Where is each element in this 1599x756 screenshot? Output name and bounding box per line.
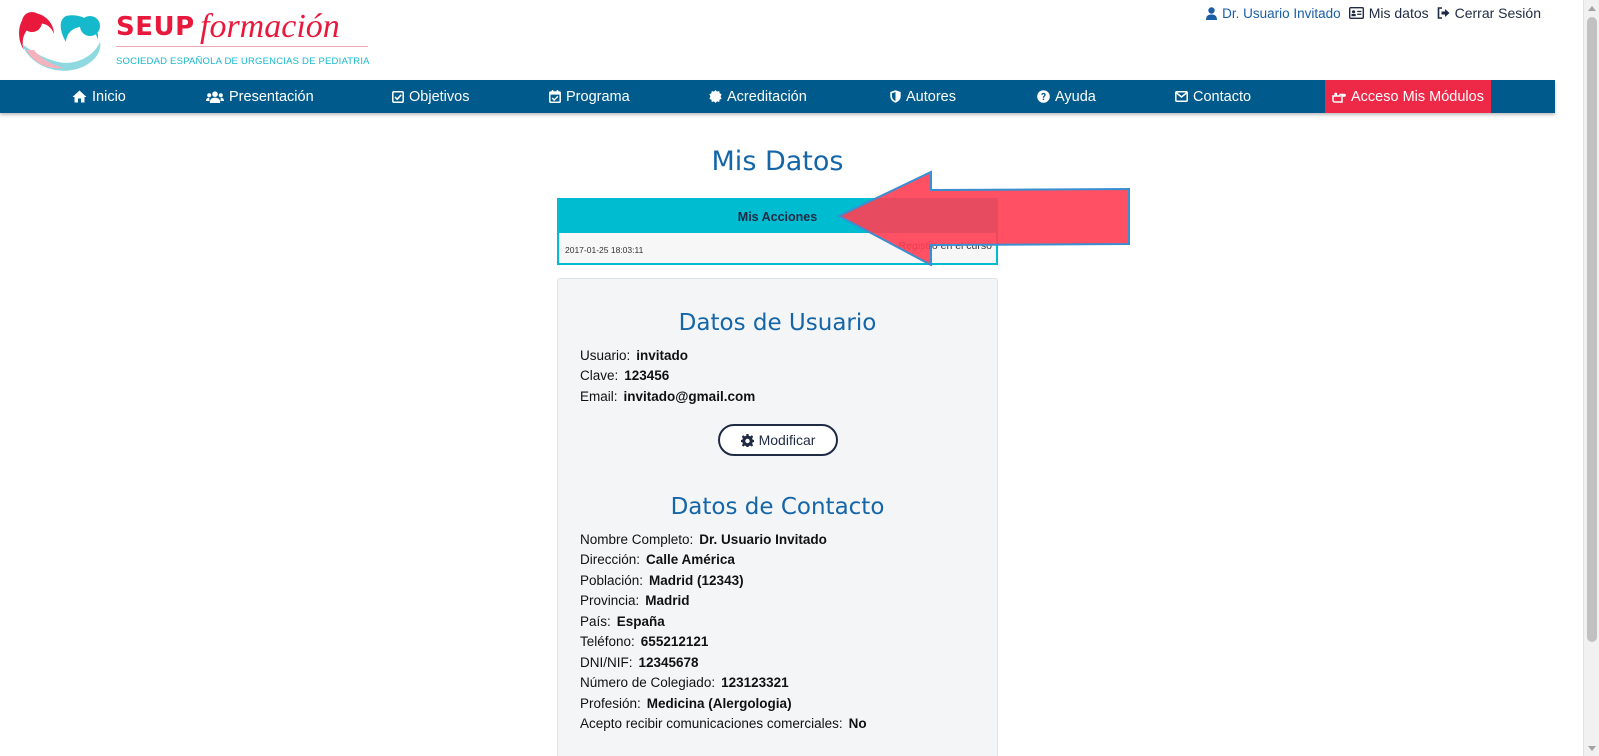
logout-link[interactable]: Cerrar Sesión — [1437, 5, 1541, 21]
field-label: Acepto recibir comunicaciones comerciale… — [580, 716, 843, 731]
field-nombre: Nombre Completo: Dr. Usuario Invitado — [580, 532, 827, 547]
page-title: Mis Datos — [711, 146, 844, 177]
hand-pointer-icon — [1332, 92, 1346, 103]
field-poblacion: Población: Madrid (12343) — [580, 573, 744, 588]
user-name-label: Dr. Usuario Invitado — [1222, 5, 1341, 21]
logo-subtitle: SOCIEDAD ESPAÑOLA DE URGENCIAS DE PEDIAT… — [116, 56, 370, 67]
field-value: España — [616, 614, 665, 629]
field-value: 655212121 — [640, 634, 709, 649]
field-value: invitado — [636, 348, 689, 363]
mis-datos-link[interactable]: Mis datos — [1348, 5, 1429, 21]
sign-out-icon — [1437, 7, 1450, 19]
field-colegiado: Número de Colegiado: 123123321 — [580, 675, 789, 690]
nav-label: Programa — [566, 88, 630, 105]
nav-item-acceso-mis-modulos[interactable]: Acceso Mis Módulos — [1325, 80, 1491, 113]
field-value: 12345678 — [638, 655, 699, 670]
user-name-link[interactable]: Dr. Usuario Invitado — [1206, 6, 1341, 21]
nav-label: Acreditación — [727, 88, 807, 105]
calendar-check-icon — [549, 90, 561, 103]
field-usuario: Usuario: invitado — [580, 348, 688, 363]
field-label: Dirección: — [580, 552, 641, 567]
main-nav: Inicio Presentación Objetivos Programa A… — [0, 80, 1555, 113]
field-email: Email: invitado@gmail.com — [580, 389, 755, 404]
field-label: Usuario: — [580, 348, 631, 363]
nav-label: Inicio — [92, 88, 126, 105]
field-provincia: Provincia: Madrid — [580, 593, 690, 608]
field-value: Madrid (12343) — [649, 573, 744, 588]
user-icon — [1206, 6, 1218, 20]
shield-icon — [890, 90, 901, 103]
nav-label: Objetivos — [409, 88, 470, 105]
field-comunicaciones: Acepto recibir comunicaciones comerciale… — [580, 716, 867, 731]
logo-divider — [116, 46, 368, 47]
nav-label: Acceso Mis Módulos — [1351, 88, 1484, 105]
field-value: Medicina (Alergologia) — [646, 696, 792, 711]
nav-item-ayuda[interactable]: Ayuda — [1037, 80, 1096, 113]
nav-label: Ayuda — [1055, 88, 1096, 105]
field-label: Provincia: — [580, 593, 640, 608]
field-label: Teléfono: — [580, 634, 635, 649]
datos-card: Datos de Usuario Usuario: invitado Clave:… — [557, 278, 998, 756]
page-scrollbar[interactable] — [1583, 0, 1599, 756]
nav-label: Autores — [906, 88, 956, 105]
nav-item-contacto[interactable]: Contacto — [1175, 80, 1251, 113]
field-value: No — [848, 716, 867, 731]
nav-item-programa[interactable]: Programa — [549, 80, 630, 113]
mis-datos-label: Mis datos — [1368, 5, 1429, 21]
logout-label: Cerrar Sesión — [1454, 5, 1541, 21]
field-label: Población: — [580, 573, 644, 588]
nav-label: Contacto — [1193, 88, 1252, 105]
nav-item-autores[interactable]: Autores — [890, 80, 956, 113]
annotation-arrow-icon — [836, 170, 1130, 266]
nav-item-inicio[interactable]: Inicio — [72, 80, 126, 113]
certificate-icon — [709, 90, 722, 103]
envelope-icon — [1175, 91, 1188, 102]
field-value: Calle América — [646, 552, 735, 567]
field-label: Número de Colegiado: — [580, 675, 716, 690]
nav-item-objetivos[interactable]: Objetivos — [392, 80, 469, 113]
field-profesion: Profesión: Medicina (Alergologia) — [580, 696, 792, 711]
logo-mark-icon — [19, 12, 101, 71]
field-value: Dr. Usuario Invitado — [699, 532, 827, 547]
field-label: País: — [580, 614, 611, 629]
id-card-icon — [1348, 7, 1364, 19]
scroll-down-icon[interactable] — [1584, 740, 1599, 756]
site-header: SEUP formación SOCIEDAD ESPAÑOLA DE URGE… — [0, 0, 1555, 80]
modificar-label: Modificar — [758, 432, 816, 448]
nav-item-presentacion[interactable]: Presentación — [206, 80, 314, 113]
field-label: Profesión: — [580, 696, 641, 711]
field-label: Clave: — [580, 368, 619, 383]
nav-label: Presentación — [229, 88, 314, 105]
question-circle-icon — [1037, 90, 1050, 103]
check-square-icon — [392, 90, 404, 103]
field-pais: País: España — [580, 614, 665, 629]
home-icon — [72, 90, 87, 103]
user-menu: Dr. Usuario Invitado Mis datos Cerrar Se… — [1206, 5, 1541, 21]
seup-logo[interactable]: SEUP formación SOCIEDAD ESPAÑOLA DE URGE… — [16, 8, 376, 74]
accion-date: 2017-01-25 18:03:11 — [565, 245, 644, 255]
field-clave: Clave: 123456 — [580, 368, 669, 383]
field-direccion: Dirección: Calle América — [580, 552, 735, 567]
users-icon — [206, 90, 224, 103]
field-label: Nombre Completo: — [580, 532, 694, 547]
logo-script-text: formación — [200, 8, 340, 45]
field-telefono: Teléfono: 655212121 — [580, 634, 708, 649]
field-value: 123123321 — [721, 675, 789, 690]
modificar-button[interactable]: Modificar — [718, 424, 838, 456]
field-value: invitado@gmail.com — [623, 389, 756, 404]
field-label: DNI/NIF: — [580, 655, 633, 670]
field-value: Madrid — [645, 593, 690, 608]
field-dni: DNI/NIF: 12345678 — [580, 655, 699, 670]
nav-item-acreditacion[interactable]: Acreditación — [709, 80, 807, 113]
field-label: Email: — [580, 389, 618, 404]
datos-usuario-title: Datos de Usuario — [678, 310, 877, 336]
field-value: 123456 — [624, 368, 670, 383]
gear-icon — [740, 433, 754, 447]
scroll-up-icon[interactable] — [1584, 0, 1599, 16]
scrollbar-thumb[interactable] — [1587, 17, 1597, 642]
logo-brand-text: SEUP — [116, 12, 195, 42]
datos-contacto-title: Datos de Contacto — [670, 494, 885, 520]
